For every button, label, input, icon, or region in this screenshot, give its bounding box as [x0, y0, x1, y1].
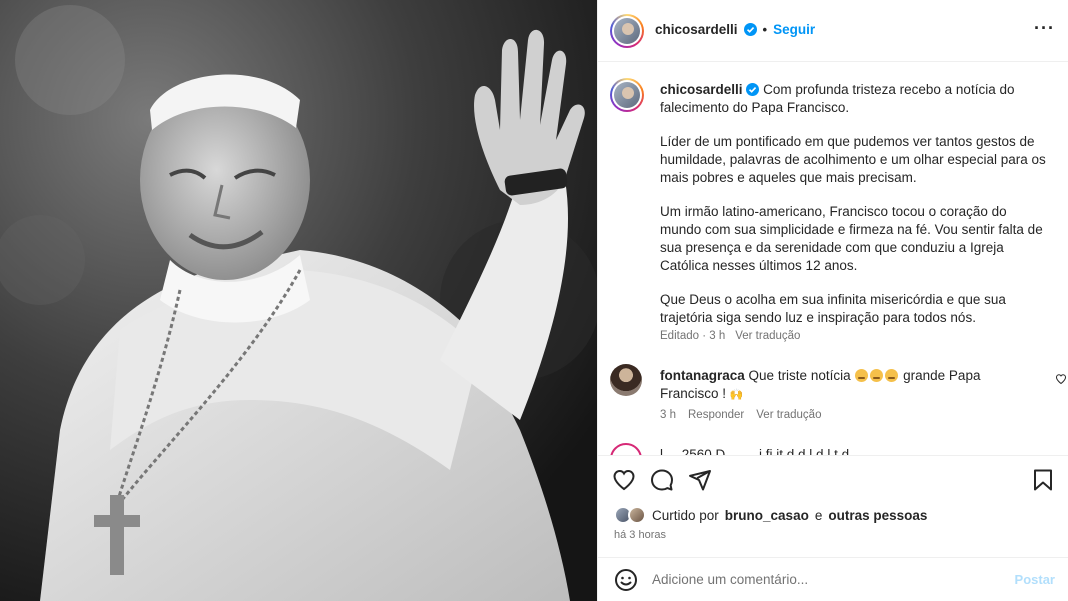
caption-username[interactable]: chicosardelli — [660, 82, 743, 97]
separator-dot: • — [762, 22, 768, 37]
save-bookmark-icon[interactable] — [1031, 468, 1055, 492]
caption-author-avatar[interactable] — [610, 78, 644, 112]
author-info: chicosardelli • Seguir — [655, 22, 815, 37]
comment-text-partial: l ... 2560 D ... ... i fi it d d l d l t… — [660, 447, 850, 455]
commenter-username[interactable]: fontanagraca — [660, 368, 745, 383]
share-icon[interactable] — [688, 468, 712, 492]
more-options-icon[interactable]: ··· — [1034, 19, 1055, 37]
caption-paragraph: Líder de um pontificado em que pudemos v… — [660, 134, 1046, 185]
liked-user[interactable]: bruno_casao — [725, 508, 809, 523]
like-comment-heart-icon[interactable] — [1055, 373, 1067, 385]
liked-prefix: Curtido por — [652, 507, 719, 523]
pope-photo-illustration — [0, 0, 597, 601]
caption-translate-link[interactable]: Ver tradução — [735, 330, 800, 342]
sad-emoji-icon — [855, 369, 869, 382]
liker-avatar[interactable] — [628, 506, 646, 524]
follow-button[interactable]: Seguir — [773, 22, 815, 37]
liked-connector: e — [814, 507, 823, 523]
post-image[interactable] — [0, 0, 597, 601]
caption-paragraph: Um irmão latino-americano, Francisco toc… — [660, 204, 1043, 273]
post-details-panel: chicosardelli • Seguir ··· chicosardelli… — [597, 0, 1068, 601]
comment-meta: 3 h Responder Ver tradução — [660, 409, 821, 421]
commenter-avatar[interactable] — [610, 364, 642, 396]
comment-body-a: Que triste notícia — [748, 368, 851, 383]
sad-emoji-icon — [870, 369, 884, 382]
post-comment-button[interactable]: Postar — [1015, 572, 1055, 587]
caption-edited-time: Editado · 3 h — [660, 330, 726, 342]
sad-emoji-icon — [885, 369, 899, 382]
reply-button[interactable]: Responder — [688, 409, 744, 421]
comment-item-partial: l ... 2560 D ... ... i fi it d d l d l t… — [610, 439, 1060, 455]
post-header: chicosardelli • Seguir ··· — [598, 0, 1068, 62]
comment-text: fontanagraca Que triste notícia grande P… — [660, 367, 1030, 404]
caption-paragraph: Que Deus o acolha em sua infinita miseri… — [660, 292, 1006, 325]
liked-by: Curtido por bruno_casao e outras pessoas — [614, 506, 927, 524]
comment-icon[interactable] — [650, 468, 674, 492]
caption-meta: Editado · 3 h Ver tradução — [660, 330, 800, 342]
add-comment-bar: Adicione um comentário... Postar — [598, 557, 1068, 601]
liked-others-link[interactable]: outras pessoas — [828, 508, 927, 523]
author-username[interactable]: chicosardelli — [655, 22, 738, 37]
comment-time: 3 h — [660, 409, 676, 421]
praying-hands-icon: 🙌 — [729, 389, 744, 401]
post-time: há 3 horas — [614, 529, 666, 541]
comment-input[interactable]: Adicione um comentário... — [652, 572, 808, 587]
commenter-avatar[interactable] — [610, 443, 642, 455]
comments-scroll-area[interactable]: chicosardelli Com profunda tristeza rece… — [598, 63, 1068, 455]
verified-badge-icon — [743, 23, 757, 36]
post-actions: Curtido por bruno_casao e outras pessoas… — [598, 455, 1068, 567]
verified-badge-icon — [746, 83, 760, 96]
author-avatar[interactable] — [610, 14, 644, 48]
comment-translate-link[interactable]: Ver tradução — [756, 409, 821, 421]
emoji-picker-icon[interactable] — [614, 568, 638, 592]
post-caption: chicosardelli Com profunda tristeza rece… — [660, 81, 1050, 343]
heart-icon[interactable] — [612, 468, 636, 492]
